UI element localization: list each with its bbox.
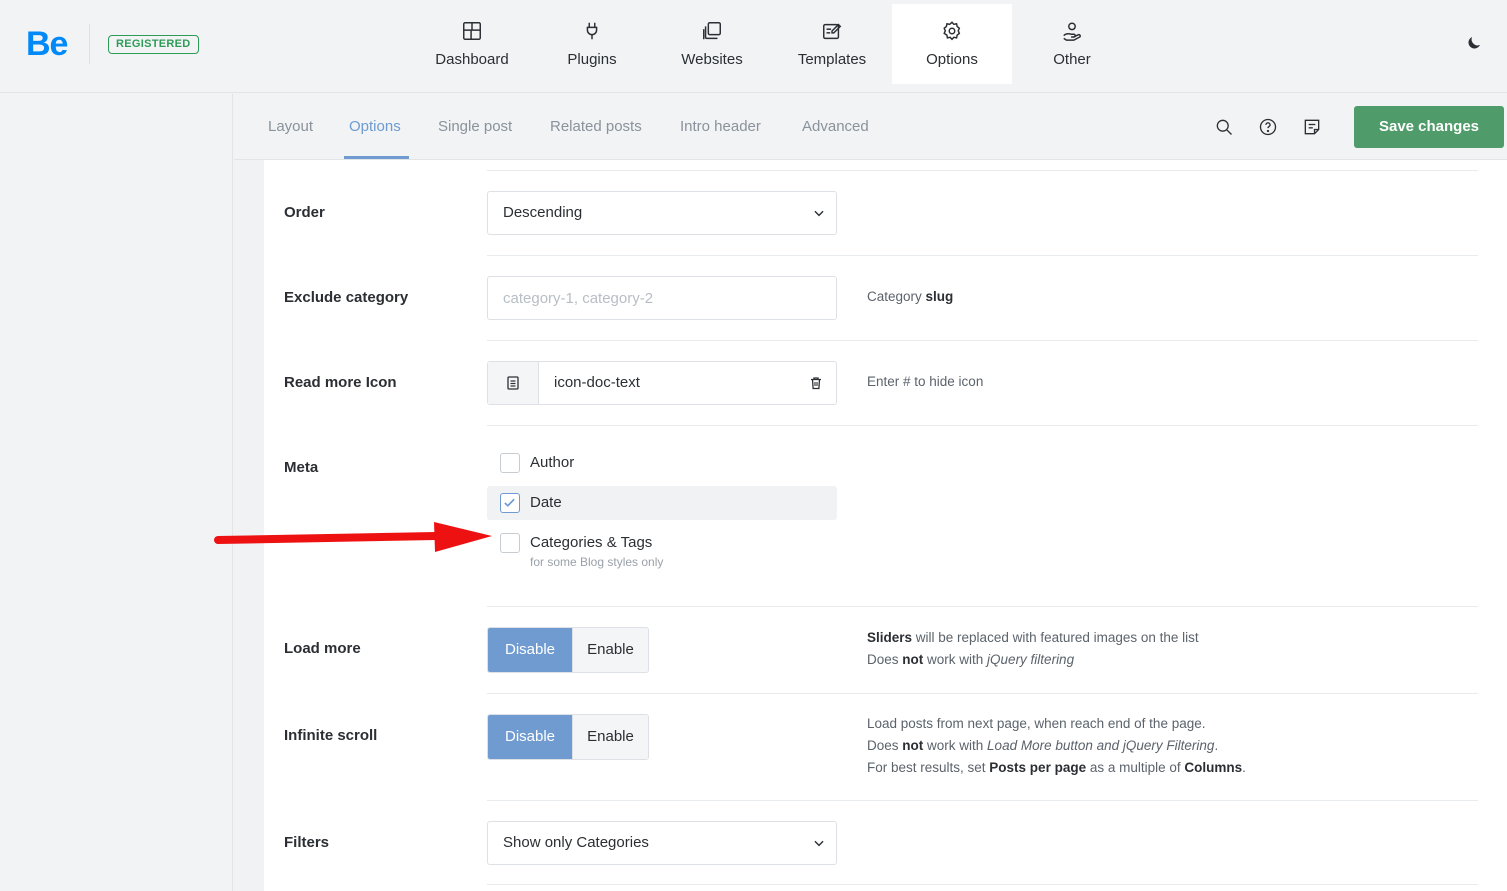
date-checkbox[interactable] — [500, 493, 520, 513]
brand-logo[interactable]: Be — [26, 26, 68, 62]
icon-preview-button[interactable] — [488, 362, 539, 404]
load-more-enable-option[interactable]: Enable — [572, 628, 648, 672]
infinite-scroll-disable-option[interactable]: Disable — [488, 715, 572, 759]
nav-label: Templates — [797, 51, 867, 68]
chevron-down-icon — [814, 840, 824, 847]
meta-label: Meta — [284, 459, 319, 476]
main-nav: Dashboard Plugins Websites Templates Opt… — [412, 4, 1132, 84]
doc-text-icon — [507, 376, 519, 390]
read-more-icon-label: Read more Icon — [284, 374, 397, 391]
filters-value: Show only Categories — [503, 834, 649, 851]
load-more-disable-option[interactable]: Disable — [488, 628, 572, 672]
checkmark-icon — [504, 498, 515, 507]
nav-other[interactable]: Other — [1012, 4, 1132, 84]
divider — [487, 606, 1478, 607]
author-label[interactable]: Author — [530, 446, 574, 480]
dark-mode-moon-icon[interactable] — [1465, 34, 1483, 52]
gear-icon — [943, 21, 961, 41]
notes-icon — [1304, 119, 1320, 135]
nav-plugins[interactable]: Plugins — [532, 4, 652, 84]
load-more-label: Load more — [284, 640, 361, 657]
annotation-arrow — [214, 522, 492, 552]
meta-option-date: Date — [487, 486, 837, 520]
plug-icon — [586, 22, 598, 40]
trash-icon[interactable] — [808, 375, 824, 391]
nav-label: Websites — [681, 51, 743, 68]
tab-single-post[interactable]: Single post — [438, 94, 512, 160]
nav-label: Plugins — [567, 51, 617, 68]
author-checkbox[interactable] — [500, 453, 520, 473]
tab-options[interactable]: Options — [349, 94, 401, 160]
chevron-down-icon — [814, 210, 824, 217]
infinite-scroll-enable-option[interactable]: Enable — [572, 715, 648, 759]
nav-label: Other — [1053, 51, 1091, 68]
meta-option-author: Author — [487, 446, 837, 480]
divider — [487, 693, 1478, 694]
order-label: Order — [284, 204, 325, 221]
order-value: Descending — [503, 204, 583, 221]
search-icon — [1216, 119, 1232, 135]
filters-select[interactable]: Show only Categories — [487, 821, 837, 865]
infinite-scroll-toggle: Disable Enable — [487, 714, 649, 760]
nav-templates[interactable]: Templates — [772, 4, 892, 84]
nav-websites[interactable]: Websites — [652, 4, 772, 84]
exclude-category-desc: Category slug — [867, 289, 954, 304]
nav-options[interactable]: Options — [892, 4, 1012, 84]
nav-label: Dashboard — [435, 51, 509, 68]
load-more-desc: Sliders will be replaced with featured i… — [867, 630, 1199, 667]
websites-icon — [703, 22, 721, 40]
nav-dashboard[interactable]: Dashboard — [412, 4, 532, 84]
tab-related-posts[interactable]: Related posts — [550, 94, 642, 160]
exclude-category-input[interactable] — [487, 276, 837, 320]
infinite-scroll-label: Infinite scroll — [284, 727, 378, 744]
divider — [487, 884, 1478, 885]
user-hand-icon — [1063, 22, 1081, 41]
load-more-toggle: Disable Enable — [487, 627, 649, 673]
read-more-icon-value[interactable]: icon-doc-text — [554, 362, 640, 404]
divider — [487, 800, 1478, 801]
search-button[interactable] — [1214, 117, 1234, 137]
divider — [487, 255, 1478, 256]
order-select[interactable]: Descending — [487, 191, 837, 235]
divider — [487, 425, 1478, 426]
divider — [487, 340, 1478, 341]
tab-advanced[interactable]: Advanced — [802, 94, 869, 160]
top-bar: Be REGISTERED Dashboard Plugins Websites… — [0, 0, 1507, 93]
date-label[interactable]: Date — [530, 486, 562, 520]
divider — [89, 24, 90, 64]
read-more-icon-desc: Enter # to hide icon — [867, 374, 984, 389]
nav-label: Options — [926, 51, 978, 68]
categories-tags-checkbox[interactable] — [500, 533, 520, 553]
read-more-icon-field: icon-doc-text — [487, 361, 837, 405]
save-changes-button[interactable]: Save changes — [1354, 106, 1504, 148]
dashboard-icon — [463, 22, 481, 40]
help-icon — [1259, 118, 1277, 136]
left-sidebar — [0, 94, 233, 891]
notes-button[interactable] — [1302, 117, 1322, 137]
infinite-scroll-desc: Load posts from next page, when reach en… — [867, 716, 1246, 775]
categories-tags-note: for some Blog styles only — [530, 555, 664, 569]
registered-badge: REGISTERED — [108, 35, 199, 54]
active-tab-indicator — [344, 156, 409, 159]
divider — [487, 170, 1478, 171]
help-button[interactable] — [1258, 117, 1278, 137]
tab-intro-header[interactable]: Intro header — [680, 94, 761, 160]
tab-layout[interactable]: Layout — [268, 94, 313, 160]
filters-label: Filters — [284, 834, 330, 851]
templates-icon — [823, 23, 842, 40]
exclude-category-label: Exclude category — [284, 289, 409, 306]
